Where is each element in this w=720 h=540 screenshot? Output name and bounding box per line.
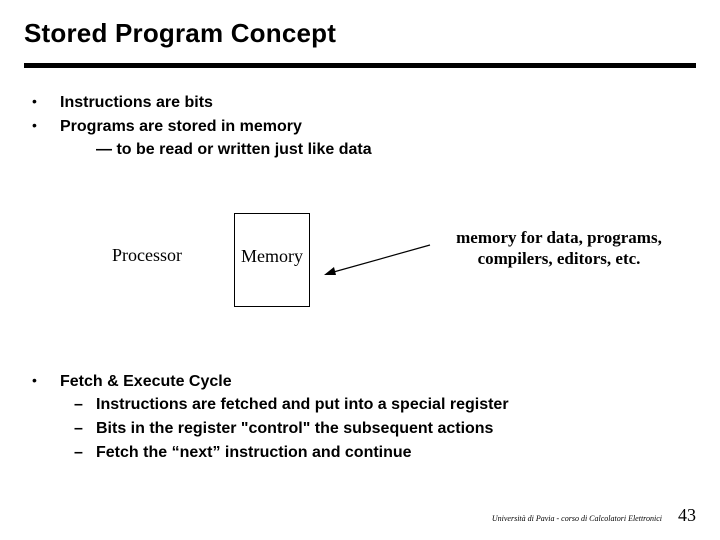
bullet-indent-line: — to be read or written just like data [24,139,696,161]
diagram: Processor Memory memory for data, progra… [64,191,696,351]
footer: Università di Pavia - corso di Calcolato… [492,505,696,526]
sub-item: Bits in the register "control" the subse… [60,418,696,440]
slide-title: Stored Program Concept [24,18,696,49]
memory-box: Memory [234,213,310,307]
cycle-heading: Fetch & Execute Cycle [60,373,232,390]
footer-source: Università di Pavia - corso di Calcolato… [492,514,662,523]
sub-item: Fetch the “next” instruction and continu… [60,442,696,464]
slide: Stored Program Concept Instructions are … [0,0,720,540]
diagram-note: memory for data, programs, compilers, ed… [434,227,684,270]
bullet-list-top: Instructions are bits Programs are store… [24,92,696,137]
bullet-list-bottom: Fetch & Execute Cycle Instructions are f… [24,371,696,463]
sub-list: Instructions are fetched and put into a … [60,394,696,463]
arrow-icon [322,241,432,281]
content-bottom: Fetch & Execute Cycle Instructions are f… [24,371,696,463]
page-number: 43 [678,505,696,526]
bullet-item: Instructions are bits [24,92,696,114]
sub-item: Instructions are fetched and put into a … [60,394,696,416]
processor-label: Processor [112,245,182,266]
title-rule [24,63,696,68]
bullet-item: Programs are stored in memory [24,116,696,138]
content-top: Instructions are bits Programs are store… [24,92,696,161]
bullet-item: Fetch & Execute Cycle Instructions are f… [24,371,696,463]
memory-label: Memory [241,246,303,266]
